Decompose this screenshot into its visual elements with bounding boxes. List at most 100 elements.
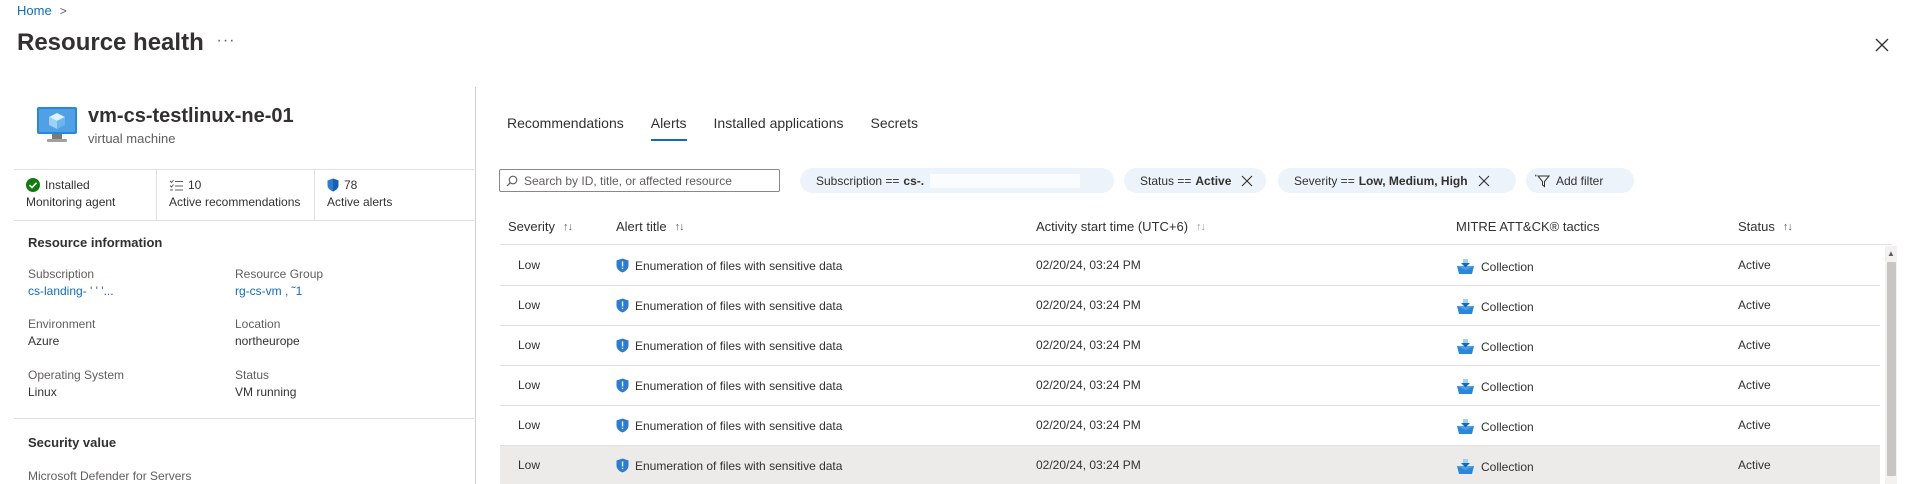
add-filter-label: Add filter	[1556, 173, 1604, 188]
severity-filter-pill[interactable]: Severity == Low, Medium, High	[1278, 168, 1516, 193]
activity-time-cell: 02/20/24, 03:24 PM	[1036, 298, 1141, 312]
resource-panel: vm-cs-testlinux-ne-01 virtual machine In…	[0, 87, 476, 484]
add-filter-button[interactable]: Add filter	[1526, 168, 1634, 193]
column-header-severity[interactable]: Severity ↑↓	[508, 219, 573, 234]
alerts-stat[interactable]: 78 Active alerts	[314, 170, 464, 220]
activity-time-cell: 02/20/24, 03:24 PM	[1036, 338, 1141, 352]
severity-header-label: Severity	[508, 219, 555, 234]
alert-title-text: Enumeration of files with sensitive data	[635, 258, 843, 273]
remove-filter-icon[interactable]	[1478, 175, 1490, 187]
scroll-up-icon[interactable]: ▲	[1887, 249, 1895, 258]
filter-add-icon	[1535, 174, 1550, 187]
status-cell: Active	[1738, 418, 1771, 432]
recommendations-stat[interactable]: 10 Active recommendations	[156, 170, 314, 220]
mitre-tactic-text: Collection	[1481, 339, 1534, 354]
collection-icon	[1457, 339, 1474, 354]
table-row-selected[interactable]: Low Enumeration of files with sensitive …	[500, 446, 1880, 484]
os-value: Linux	[28, 385, 57, 399]
resource-group-link[interactable]: rg-cs-vm , ˜1	[235, 284, 435, 298]
table-row[interactable]: Low Enumeration of files with sensitive …	[500, 326, 1880, 366]
tab-alerts[interactable]: Alerts	[650, 115, 687, 141]
search-box[interactable]	[499, 169, 780, 192]
status-cell: Active	[1738, 338, 1771, 352]
resource-information-heading: Resource information	[28, 235, 163, 250]
severity-cell: Low	[518, 298, 541, 312]
collection-icon	[1457, 299, 1474, 314]
sort-icon: ↑↓	[562, 220, 573, 233]
activity-time-cell: 02/20/24, 03:24 PM	[1036, 418, 1141, 432]
more-options-button[interactable]: ···	[214, 33, 238, 54]
environment-info: Environment Azure	[28, 317, 228, 348]
severity-cell: Low	[518, 458, 541, 472]
alerts-value: 78	[344, 178, 358, 192]
mitre-tactic-text: Collection	[1481, 459, 1534, 474]
severity-filter-label: Severity ==	[1294, 173, 1355, 188]
mitre-cell: Collection	[1456, 298, 1534, 315]
shield-alert-icon	[616, 458, 629, 473]
alert-title-text: Enumeration of files with sensitive data	[635, 338, 843, 353]
collection-icon	[1457, 459, 1474, 474]
tab-installed-applications[interactable]: Installed applications	[714, 115, 844, 141]
resource-stats: Installed Monitoring agent 10 Active rec…	[14, 169, 474, 221]
subscription-filter-label: Subscription ==	[816, 173, 900, 188]
status-cell: Active	[1738, 258, 1771, 272]
alert-title-text: Enumeration of files with sensitive data	[635, 418, 843, 433]
alerts-table-header: Severity ↑↓ Alert title ↑↓ Activity star…	[500, 210, 1892, 245]
environment-value: Azure	[28, 334, 60, 348]
search-input[interactable]	[524, 173, 764, 188]
activity-time-cell: 02/20/24, 03:24 PM	[1036, 458, 1141, 472]
status-value: VM running	[235, 385, 297, 399]
table-row[interactable]: Low Enumeration of files with sensitive …	[500, 286, 1880, 326]
activity-time-header-label: Activity start time (UTC+6)	[1036, 219, 1189, 234]
subscription-key: Subscription	[28, 267, 95, 281]
close-icon	[1875, 38, 1889, 52]
sort-icon: ↑↓	[674, 220, 685, 233]
resource-type: virtual machine	[88, 131, 176, 146]
shield-alert-icon	[616, 338, 629, 353]
mitre-cell: Collection	[1456, 378, 1534, 395]
table-row[interactable]: Low Enumeration of files with sensitive …	[500, 366, 1880, 406]
status-header-label: Status	[1738, 219, 1775, 234]
column-header-alert-title[interactable]: Alert title ↑↓	[616, 219, 685, 234]
table-row[interactable]: Low Enumeration of files with sensitive …	[500, 246, 1880, 286]
alert-title-cell: Enumeration of files with sensitive data	[616, 458, 842, 473]
tab-recommendations[interactable]: Recommendations	[507, 115, 624, 141]
remove-filter-icon[interactable]	[1241, 175, 1253, 187]
section-divider	[14, 418, 474, 419]
subscription-link[interactable]: cs-landing- ' ' '...	[28, 284, 228, 298]
breadcrumb-home-link[interactable]: Home	[17, 3, 52, 18]
alert-title-cell: Enumeration of files with sensitive data	[616, 258, 842, 273]
resource-group-key: Resource Group	[235, 267, 324, 281]
severity-cell: Low	[518, 338, 541, 352]
mitre-tactic-text: Collection	[1481, 299, 1534, 314]
scrollbar-thumb[interactable]	[1887, 262, 1896, 476]
security-value-heading: Security value	[28, 435, 117, 450]
tab-secrets[interactable]: Secrets	[871, 115, 918, 141]
shield-alert-icon	[616, 298, 629, 313]
table-row[interactable]: Low Enumeration of files with sensitive …	[500, 406, 1880, 446]
mitre-cell: Collection	[1456, 418, 1534, 435]
search-icon	[506, 175, 518, 186]
shield-alert-icon	[616, 378, 629, 393]
shield-alert-icon	[616, 258, 629, 273]
collection-icon	[1457, 419, 1474, 434]
status-filter-pill[interactable]: Status == Active	[1124, 168, 1266, 193]
column-header-activity-time[interactable]: Activity start time (UTC+6) ↑↓	[1036, 219, 1206, 234]
recommendations-value: 10	[188, 178, 202, 192]
column-header-status[interactable]: Status ↑↓	[1738, 219, 1793, 234]
subscription-filter-value: cs-.	[903, 173, 925, 188]
sort-descending-icon: ↑↓	[1196, 220, 1206, 233]
alert-title-text: Enumeration of files with sensitive data	[635, 378, 843, 393]
os-info: Operating System Linux	[28, 368, 228, 399]
status-key: Status	[235, 368, 270, 382]
table-scrollbar[interactable]: ▲	[1885, 246, 1897, 484]
alert-title-cell: Enumeration of files with sensitive data	[616, 378, 842, 393]
alert-title-text: Enumeration of files with sensitive data	[635, 298, 843, 313]
close-button[interactable]	[1871, 34, 1893, 56]
subscription-filter-pill[interactable]: Subscription == cs-.	[800, 168, 1114, 193]
tab-bar: Recommendations Alerts Installed applica…	[507, 115, 945, 141]
subscription-info: Subscription cs-landing- ' ' '...	[28, 267, 228, 298]
os-key: Operating System	[28, 368, 125, 382]
mitre-tactic-text: Collection	[1481, 259, 1534, 274]
alert-title-cell: Enumeration of files with sensitive data	[616, 298, 842, 313]
